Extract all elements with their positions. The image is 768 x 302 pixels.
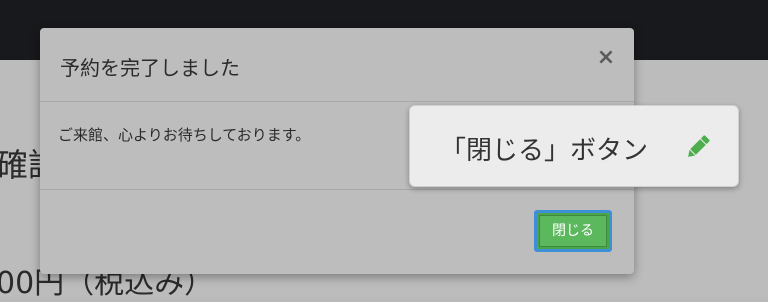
close-button[interactable]: 閉じる (534, 210, 612, 252)
pencil-icon[interactable] (682, 131, 714, 163)
modal-footer: 閉じる (40, 190, 634, 274)
annotation-text: 「閉じる」ボタン (440, 136, 649, 166)
annotation-tooltip: 「閉じる」ボタン (409, 105, 739, 187)
modal-header: 予約を完了しました × (40, 28, 634, 102)
close-icon[interactable]: × (594, 46, 618, 70)
close-button-label: 閉じる (539, 215, 607, 247)
modal-title: 予約を完了しました (60, 56, 240, 80)
modal-message: ご来館、心よりお待ちしております。 (58, 126, 311, 144)
